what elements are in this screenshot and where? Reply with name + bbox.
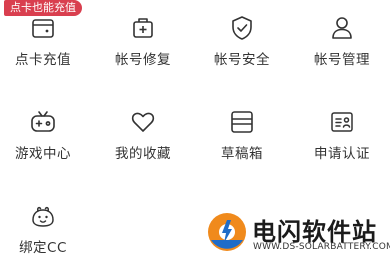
drafts-box-icon bbox=[228, 108, 256, 136]
menu-item-card-recharge[interactable]: 点卡充值 bbox=[0, 14, 92, 76]
menu-item-label: 草稿箱 bbox=[221, 146, 263, 162]
menu-item-label: 点卡充值 bbox=[15, 52, 71, 68]
menu-item-label: 绑定CC bbox=[19, 240, 67, 256]
menu-item-account-repair[interactable]: 帐号修复 bbox=[94, 14, 192, 76]
menu-item-label: 帐号安全 bbox=[214, 52, 270, 68]
menu-item-drafts[interactable]: 草稿箱 bbox=[193, 108, 291, 170]
card-wallet-icon bbox=[29, 14, 57, 42]
menu-item-label: 申请认证 bbox=[314, 146, 370, 162]
cc-pet-icon bbox=[29, 202, 57, 230]
user-icon bbox=[328, 14, 356, 42]
menu-item-account-security[interactable]: 帐号安全 bbox=[193, 14, 291, 76]
heart-icon bbox=[129, 108, 157, 136]
menu-item-label: 帐号管理 bbox=[314, 52, 370, 68]
shield-check-icon bbox=[228, 14, 256, 42]
medkit-icon bbox=[129, 14, 157, 42]
site-logo-icon bbox=[205, 210, 249, 254]
menu-item-game-center[interactable]: 游戏中心 bbox=[0, 108, 92, 170]
menu-item-label: 帐号修复 bbox=[115, 52, 171, 68]
menu-item-apply-verification[interactable]: 申请认证 bbox=[293, 108, 390, 170]
menu-item-label: 游戏中心 bbox=[15, 146, 71, 162]
menu-item-bind-cc[interactable]: 绑定CC bbox=[0, 200, 92, 262]
menu-item-account-management[interactable]: 帐号管理 bbox=[293, 14, 390, 76]
site-watermark: 电闪软件站 WWW.DS-SOLARBATTERY.COM bbox=[205, 208, 390, 256]
promo-badge: 点卡也能充值 bbox=[4, 0, 82, 16]
menu-item-my-favorites[interactable]: 我的收藏 bbox=[94, 108, 192, 170]
menu-item-label: 我的收藏 bbox=[115, 146, 171, 162]
id-card-icon bbox=[328, 108, 356, 136]
watermark-url: WWW.DS-SOLARBATTERY.COM bbox=[253, 242, 390, 252]
gamepad-icon bbox=[29, 108, 57, 136]
